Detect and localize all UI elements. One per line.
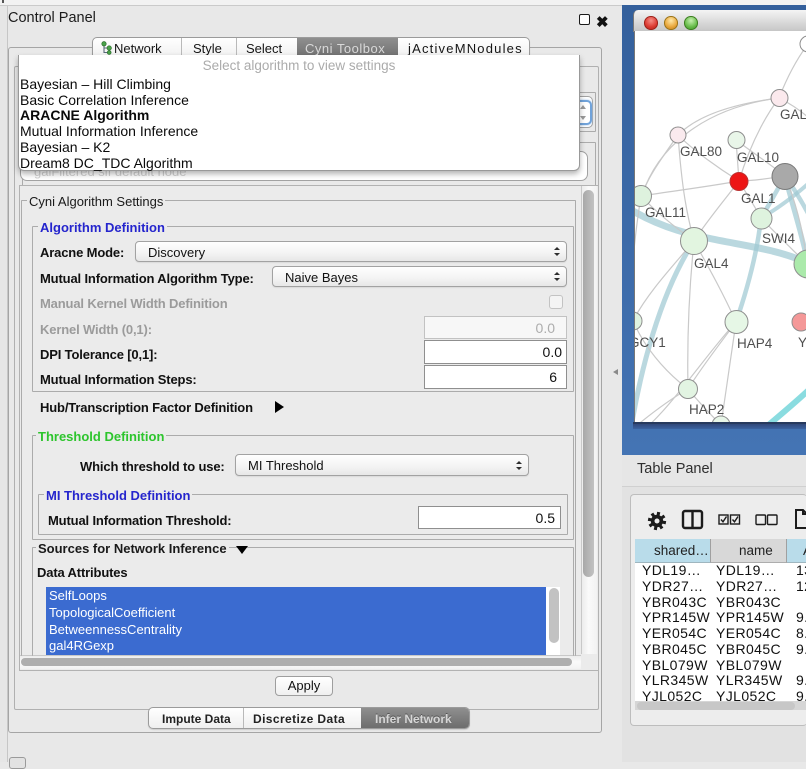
svg-text:GAL4: GAL4 — [694, 256, 729, 271]
svg-text:YD: YD — [798, 335, 806, 350]
svg-text:GAL11: GAL11 — [645, 205, 686, 220]
svg-text:GAL7: GAL7 — [780, 107, 806, 122]
svg-text:HAP2: HAP2 — [689, 402, 724, 417]
svg-text:GCY1: GCY1 — [635, 335, 666, 350]
svg-text:SWI4: SWI4 — [762, 231, 795, 246]
svg-text:GAL1: GAL1 — [741, 191, 776, 206]
svg-text:GAL80: GAL80 — [680, 144, 722, 159]
svg-text:GAL10: GAL10 — [737, 150, 779, 165]
svg-text:HAP4: HAP4 — [737, 336, 773, 351]
